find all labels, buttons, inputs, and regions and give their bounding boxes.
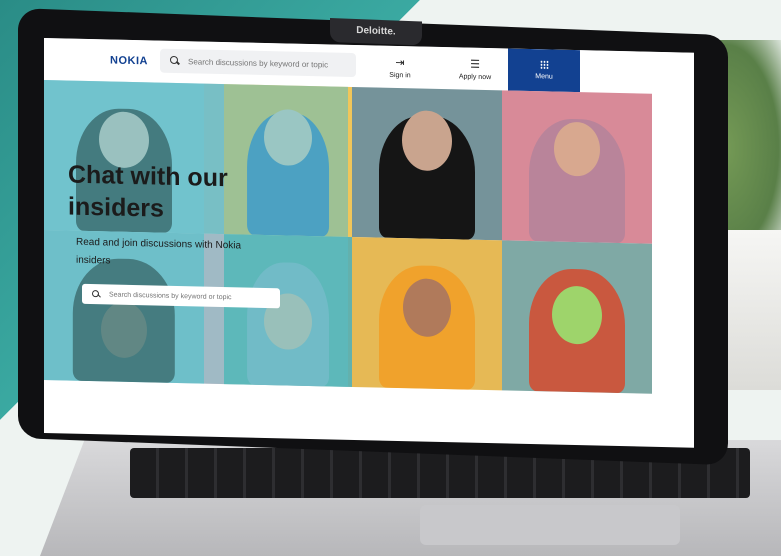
search-icon: [92, 290, 101, 299]
apply-now-button[interactable]: ☰ Apply now: [450, 51, 500, 88]
camera-notch: Deloitte.: [330, 17, 422, 46]
nokia-logo[interactable]: NOKIA: [110, 54, 148, 67]
header-search-input[interactable]: [186, 55, 350, 71]
photo-tile-woman-hijab: [502, 90, 652, 244]
photo-tile-man-black-shirt: [352, 86, 502, 241]
menu-label: Menu: [535, 73, 553, 81]
person-head: [552, 285, 602, 345]
grid-menu-icon: [539, 60, 549, 70]
photo-tile-green-hair-woman: [502, 240, 652, 394]
search-icon: [170, 56, 180, 66]
hero-search-input[interactable]: [107, 289, 271, 303]
sign-in-button[interactable]: ⇥ Sign in: [380, 50, 420, 87]
sign-in-icon: ⇥: [395, 56, 405, 70]
sign-in-label: Sign in: [389, 71, 411, 80]
menu-button[interactable]: Menu: [508, 48, 580, 93]
browser-screen: NOKIA ⇥ Sign in ☰ Apply now Menu: [44, 38, 694, 448]
apply-now-label: Apply now: [458, 73, 492, 82]
person-head: [403, 278, 451, 338]
hero-subtitle: Read and join discussions with Nokia ins…: [76, 236, 242, 267]
person-head: [554, 121, 600, 177]
form-icon: ☰: [470, 58, 480, 71]
photo-tile-man-turban: [352, 236, 502, 391]
header-search-box[interactable]: [160, 48, 356, 78]
hero-title: Chat with our insiders: [68, 160, 228, 223]
laptop-trackpad: [420, 505, 680, 545]
person-head: [402, 110, 452, 172]
